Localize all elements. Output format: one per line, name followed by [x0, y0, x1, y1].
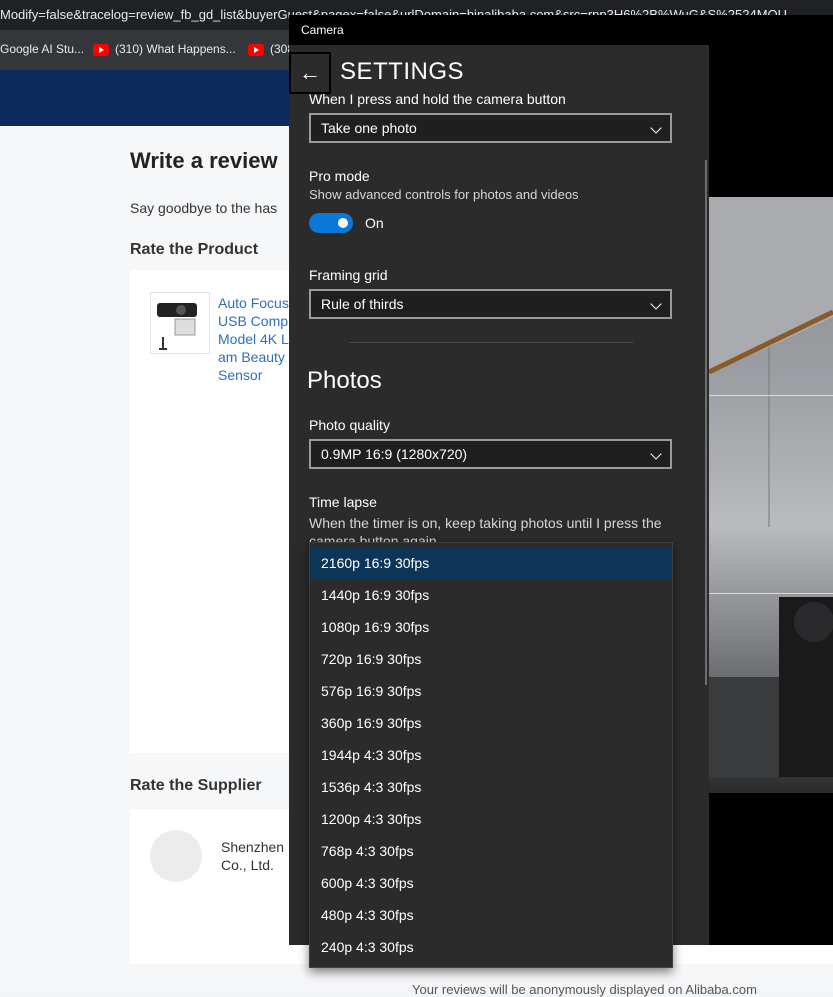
settings-scrollbar[interactable] — [705, 160, 707, 685]
toggle-knob — [338, 218, 348, 228]
framing-grid-value: Rule of thirds — [321, 296, 404, 312]
dropdown-option[interactable]: 360p 16:9 30fps — [310, 707, 672, 739]
pro-mode-label: Pro mode — [309, 168, 370, 184]
dropdown-option[interactable]: 1440p 16:9 30fps — [310, 579, 672, 611]
chevron-down-icon — [650, 448, 662, 460]
dropdown-option[interactable]: 1536p 4:3 30fps — [310, 771, 672, 803]
dropdown-option[interactable]: 480p 4:3 30fps — [310, 899, 672, 931]
dropdown-option[interactable]: 768p 4:3 30fps — [310, 835, 672, 867]
pro-mode-toggle[interactable] — [309, 213, 353, 233]
photos-heading: Photos — [307, 367, 382, 394]
back-arrow-icon: ← — [299, 60, 321, 85]
dropdown-option[interactable]: 720p 16:9 30fps — [310, 643, 672, 675]
video-quality-dropdown: 2160p 16:9 30fps 1440p 16:9 30fps 1080p … — [309, 542, 673, 968]
camera-titlebar: Camera — [289, 15, 833, 45]
chevron-down-icon — [650, 122, 662, 134]
camera-photo — [709, 197, 833, 793]
supplier-avatar — [150, 830, 202, 882]
dropdown-option[interactable]: 2160p 16:9 30fps — [310, 547, 672, 579]
dropdown-option[interactable]: 1080p 16:9 30fps — [310, 611, 672, 643]
dropdown-option[interactable]: 600p 4:3 30fps — [310, 867, 672, 899]
dropdown-option[interactable]: 1944p 4:3 30fps — [310, 739, 672, 771]
bookmark-308[interactable]: (308 — [248, 42, 294, 56]
page-title: Write a review — [130, 148, 278, 173]
photo-quality-label: Photo quality — [309, 417, 390, 433]
time-lapse-label: Time lapse — [309, 494, 377, 510]
page-subtitle: Say goodbye to the has — [130, 200, 278, 216]
rate-product-heading: Rate the Product — [130, 241, 259, 258]
youtube-icon — [248, 43, 264, 56]
product-image — [150, 292, 210, 354]
product-name-link[interactable]: Auto Focus USB Comp Model 4K L am Beauty… — [218, 294, 298, 384]
hold-button-select[interactable]: Take one photo — [309, 113, 672, 143]
pro-mode-state: On — [365, 215, 384, 231]
bookmark-google-ai[interactable]: Google AI Stu... — [0, 42, 84, 56]
framing-grid-select[interactable]: Rule of thirds — [309, 289, 672, 319]
hold-button-value: Take one photo — [321, 120, 417, 136]
chevron-down-icon — [650, 298, 662, 310]
framing-grid-label: Framing grid — [309, 267, 388, 283]
dropdown-option[interactable]: 240p 4:3 30fps — [310, 931, 672, 963]
back-button[interactable]: ← — [289, 52, 331, 94]
framing-grid-line — [709, 395, 833, 396]
settings-title: SETTINGS — [340, 58, 465, 85]
footer-note: Your reviews will be anonymously display… — [412, 982, 757, 997]
photo-quality-select[interactable]: 0.9MP 16:9 (1280x720) — [309, 439, 672, 469]
youtube-icon — [93, 43, 109, 56]
hold-button-label: When I press and hold the camera button — [309, 91, 566, 107]
pro-mode-description: Show advanced controls for photos and vi… — [309, 187, 579, 202]
bookmark-what-happens[interactable]: (310) What Happens... — [93, 42, 236, 56]
rate-supplier-heading: Rate the Supplier — [130, 777, 262, 794]
dropdown-option[interactable]: 1200p 4:3 30fps — [310, 803, 672, 835]
section-divider — [349, 342, 633, 343]
framing-grid-line — [709, 593, 833, 594]
dropdown-option[interactable]: 576p 16:9 30fps — [310, 675, 672, 707]
photo-quality-value: 0.9MP 16:9 (1280x720) — [321, 446, 468, 462]
window-title: Camera — [301, 23, 344, 37]
